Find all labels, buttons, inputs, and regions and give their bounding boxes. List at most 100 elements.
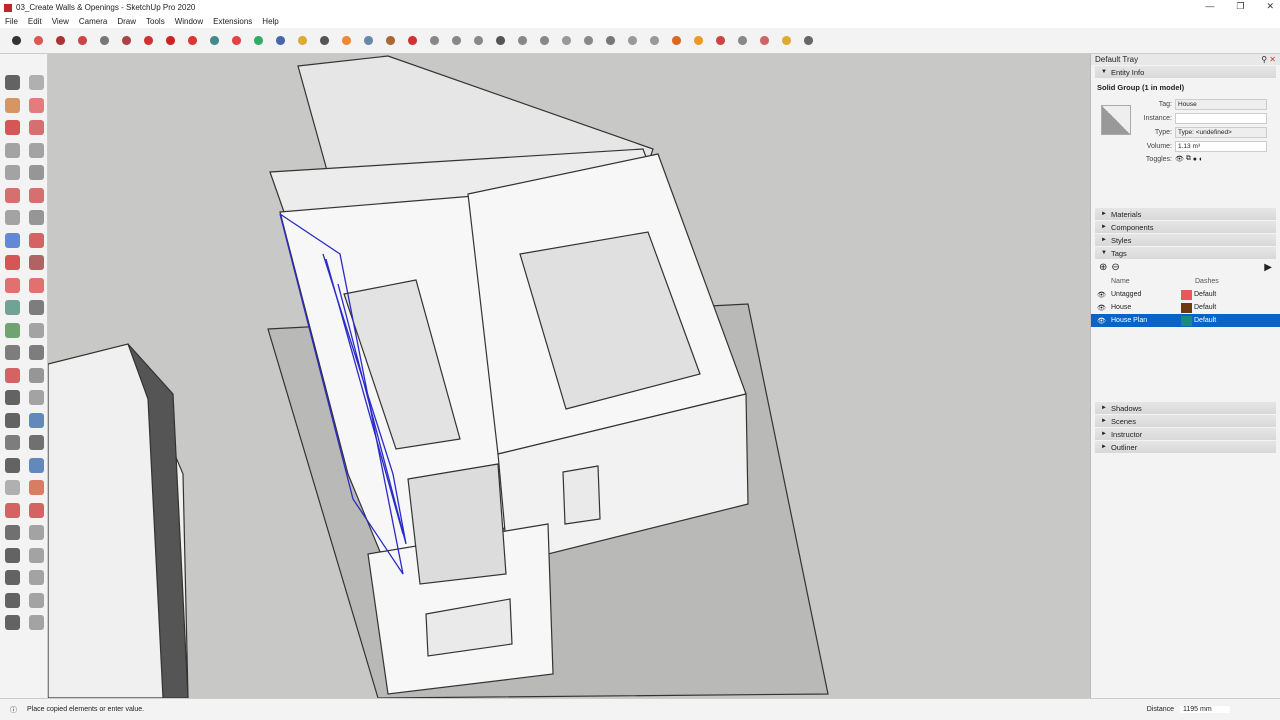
tag-row[interactable]: 👁 House Default <box>1091 301 1280 314</box>
toolbar-tool-icon[interactable] <box>404 32 421 49</box>
toolbar-tool-icon[interactable] <box>96 32 113 49</box>
toolbar-tool-icon[interactable] <box>272 32 289 49</box>
tag-row[interactable]: 👁 Untagged Default <box>1091 288 1280 301</box>
drawing-tool-icon[interactable] <box>29 165 44 180</box>
drawing-tool-icon[interactable] <box>29 547 44 563</box>
drawing-tool-icon[interactable] <box>29 570 44 585</box>
toolbar-tool-icon[interactable] <box>74 32 91 49</box>
drawing-tool-icon[interactable] <box>5 390 20 405</box>
drawing-tool-icon[interactable] <box>29 457 44 473</box>
toolbar-tool-icon[interactable] <box>184 32 201 49</box>
toolbar-tool-icon[interactable] <box>382 32 399 49</box>
toolbar-tool-icon[interactable] <box>162 32 179 49</box>
panel-tags[interactable]: ▼ Tags <box>1095 247 1276 259</box>
menu-draw[interactable]: Draw <box>117 17 136 26</box>
visibility-eye-icon[interactable]: 👁 <box>1097 317 1111 325</box>
drawing-tool-icon[interactable] <box>5 232 20 248</box>
info-icon[interactable]: ⓘ <box>10 705 17 715</box>
toolbar-tool-icon[interactable] <box>602 32 619 49</box>
panel-instructor[interactable]: ► Instructor <box>1095 428 1276 440</box>
drawing-tool-icon[interactable] <box>5 592 20 608</box>
toolbar-tool-icon[interactable] <box>778 32 795 49</box>
tag-details-icon[interactable]: ▶ <box>1264 262 1272 273</box>
drawing-tool-icon[interactable] <box>5 570 20 585</box>
toolbar-tool-icon[interactable] <box>360 32 377 49</box>
toolbar-tool-icon[interactable] <box>536 32 553 49</box>
panel-materials[interactable]: ► Materials <box>1095 208 1276 220</box>
tag-color-swatch[interactable] <box>1181 289 1192 300</box>
drawing-tool-icon[interactable] <box>5 615 20 630</box>
drawing-tool-icon[interactable] <box>29 300 44 315</box>
close-button[interactable]: ✕ <box>1266 1 1274 12</box>
menu-camera[interactable]: Camera <box>79 17 107 26</box>
toolbar-tool-icon[interactable] <box>338 32 355 49</box>
panel-shadows[interactable]: ► Shadows <box>1095 402 1276 414</box>
model-viewport[interactable] <box>48 54 1090 698</box>
menu-file[interactable]: File <box>5 17 18 26</box>
drawing-tool-icon[interactable] <box>5 97 20 113</box>
drawing-tool-icon[interactable] <box>5 255 20 270</box>
drawing-tool-icon[interactable] <box>29 525 44 540</box>
tag-name[interactable]: Untagged <box>1111 291 1181 298</box>
drawing-tool-icon[interactable] <box>29 277 44 293</box>
minimize-button[interactable]: — <box>1205 1 1214 12</box>
panel-entity-info[interactable]: ▼ Entity Info <box>1095 66 1276 78</box>
drawing-tool-icon[interactable] <box>5 412 20 428</box>
toolbar-tool-icon[interactable] <box>52 32 69 49</box>
drawing-tool-icon[interactable] <box>29 502 44 518</box>
add-tag-icon[interactable]: ⊕ <box>1099 262 1107 273</box>
drawing-tool-icon[interactable] <box>5 525 20 540</box>
drawing-tool-icon[interactable] <box>29 187 44 203</box>
toolbar-tool-icon[interactable] <box>712 32 729 49</box>
drawing-tool-icon[interactable] <box>5 322 20 338</box>
drawing-tool-icon[interactable] <box>29 255 44 270</box>
drawing-tool-icon[interactable] <box>5 502 20 518</box>
toolbar-tool-icon[interactable] <box>316 32 333 49</box>
drawing-tool-icon[interactable] <box>29 435 44 450</box>
drawing-tool-icon[interactable] <box>29 97 44 113</box>
visibility-eye-icon[interactable]: 👁 <box>1097 304 1111 312</box>
toolbar-tool-icon[interactable] <box>800 32 817 49</box>
drawing-tool-icon[interactable] <box>5 345 20 360</box>
drawing-tool-icon[interactable] <box>5 75 20 90</box>
menu-extensions[interactable]: Extensions <box>213 17 252 26</box>
shadow-receive-icon[interactable]: ◐ <box>1199 156 1203 163</box>
panel-outliner[interactable]: ► Outliner <box>1095 441 1276 453</box>
instance-input[interactable] <box>1175 113 1267 124</box>
drawing-tool-icon[interactable] <box>29 592 44 608</box>
toolbar-tool-icon[interactable] <box>8 32 25 49</box>
lock-toggle-icon[interactable]: ⧉ <box>1186 155 1191 163</box>
drawing-tool-icon[interactable] <box>29 75 44 90</box>
drawing-tool-icon[interactable] <box>5 457 20 473</box>
drawing-tool-icon[interactable] <box>5 142 20 158</box>
tag-dropdown[interactable]: House <box>1175 99 1267 110</box>
drawing-tool-icon[interactable] <box>29 120 44 135</box>
tag-color-swatch[interactable] <box>1181 302 1192 313</box>
toolbar-tool-icon[interactable] <box>492 32 509 49</box>
toolbar-tool-icon[interactable] <box>140 32 157 49</box>
toolbar-tool-icon[interactable] <box>228 32 245 49</box>
toolbar-tool-icon[interactable] <box>470 32 487 49</box>
material-swatch[interactable] <box>1101 105 1131 135</box>
drawing-tool-icon[interactable] <box>29 345 44 360</box>
tag-row[interactable]: 👁 House Plan Default <box>1091 314 1280 327</box>
toolbar-tool-icon[interactable] <box>294 32 311 49</box>
toolbar-tool-icon[interactable] <box>558 32 575 49</box>
drawing-tool-icon[interactable] <box>29 412 44 428</box>
drawing-tool-icon[interactable] <box>5 547 20 563</box>
toolbar-tool-icon[interactable] <box>624 32 641 49</box>
tag-name[interactable]: House Plan <box>1111 317 1181 324</box>
toolbar-tool-icon[interactable] <box>118 32 135 49</box>
restore-button[interactable]: ❐ <box>1236 1 1244 12</box>
drawing-tool-icon[interactable] <box>5 210 20 225</box>
menu-help[interactable]: Help <box>262 17 278 26</box>
toolbar-tool-icon[interactable] <box>734 32 751 49</box>
drawing-tool-icon[interactable] <box>5 435 20 450</box>
eye-toggle-icon[interactable]: 👁 <box>1175 155 1184 163</box>
shadow-cast-icon[interactable]: ● <box>1193 156 1197 163</box>
drawing-tool-icon[interactable] <box>29 480 44 495</box>
drawing-tool-icon[interactable] <box>29 367 44 383</box>
drawing-tool-icon[interactable] <box>5 120 20 135</box>
tag-color-swatch[interactable] <box>1181 315 1192 326</box>
drawing-tool-icon[interactable] <box>29 210 44 225</box>
